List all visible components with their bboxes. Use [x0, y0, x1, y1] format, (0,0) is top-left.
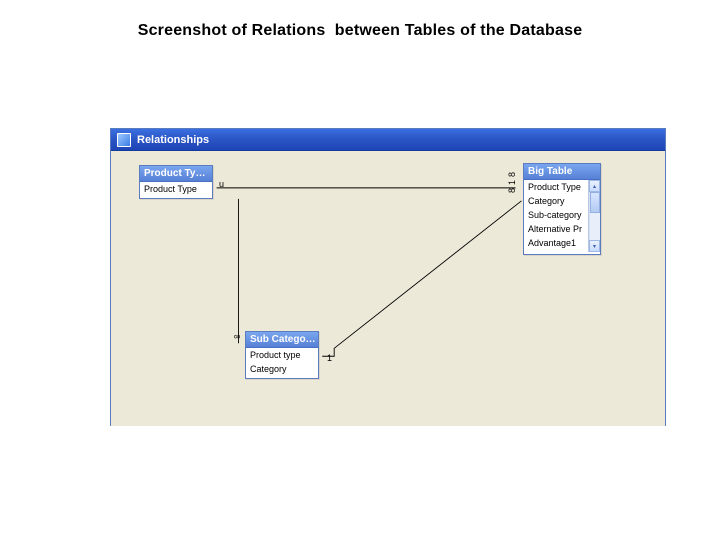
cardinality-producttype-side: u: [219, 179, 224, 189]
table-scrollbar[interactable]: ▴ ▾: [588, 180, 600, 252]
scroll-thumb[interactable]: [590, 192, 600, 213]
table-header[interactable]: Sub Catego…: [246, 332, 318, 348]
scroll-down-button[interactable]: ▾: [589, 240, 600, 252]
table-field-list: Product Type Category Sub-category Alter…: [524, 180, 588, 252]
table-field[interactable]: Sub-category: [524, 208, 588, 222]
table-field[interactable]: Product Type: [524, 180, 588, 194]
chevron-up-icon: ▴: [593, 183, 596, 190]
cardinality-subcategory-right: 1: [327, 353, 332, 363]
table-field[interactable]: Category: [246, 362, 318, 376]
table-field[interactable]: Product type: [246, 348, 318, 362]
table-header[interactable]: Big Table: [524, 164, 600, 180]
table-big-table[interactable]: Big Table Product Type Category Sub-cate…: [523, 163, 601, 255]
relationships-canvas[interactable]: u 818 ∞ 1 Product Ty… Product Type Sub C…: [111, 151, 665, 426]
cardinality-bigtable-side: 818: [507, 169, 517, 193]
table-sub-category[interactable]: Sub Catego… Product type Category: [245, 331, 319, 379]
table-field-list: Product Type: [140, 182, 212, 198]
table-field-list: Product type Category: [246, 348, 318, 378]
window-title: Relationships: [137, 134, 209, 146]
table-field[interactable]: Alternative Pr: [524, 222, 588, 236]
page-title: Screenshot of Relations between Tables o…: [0, 0, 720, 40]
window-titlebar[interactable]: Relationships: [111, 129, 665, 151]
relationships-window: Relationships u 818 ∞ 1 Product Ty… Prod…: [110, 128, 666, 426]
table-field[interactable]: Product Type: [140, 182, 212, 196]
table-product-type[interactable]: Product Ty… Product Type: [139, 165, 213, 199]
cardinality-subcategory-top: ∞: [232, 329, 242, 342]
chevron-down-icon: ▾: [593, 243, 596, 250]
table-field[interactable]: Category: [524, 194, 588, 208]
table-header[interactable]: Product Ty…: [140, 166, 212, 182]
table-field[interactable]: Advantage1: [524, 236, 588, 250]
window-icon: [117, 133, 131, 147]
scroll-track[interactable]: [589, 192, 600, 240]
scroll-up-button[interactable]: ▴: [589, 180, 600, 192]
table-body: Product Type Category Sub-category Alter…: [524, 180, 600, 254]
